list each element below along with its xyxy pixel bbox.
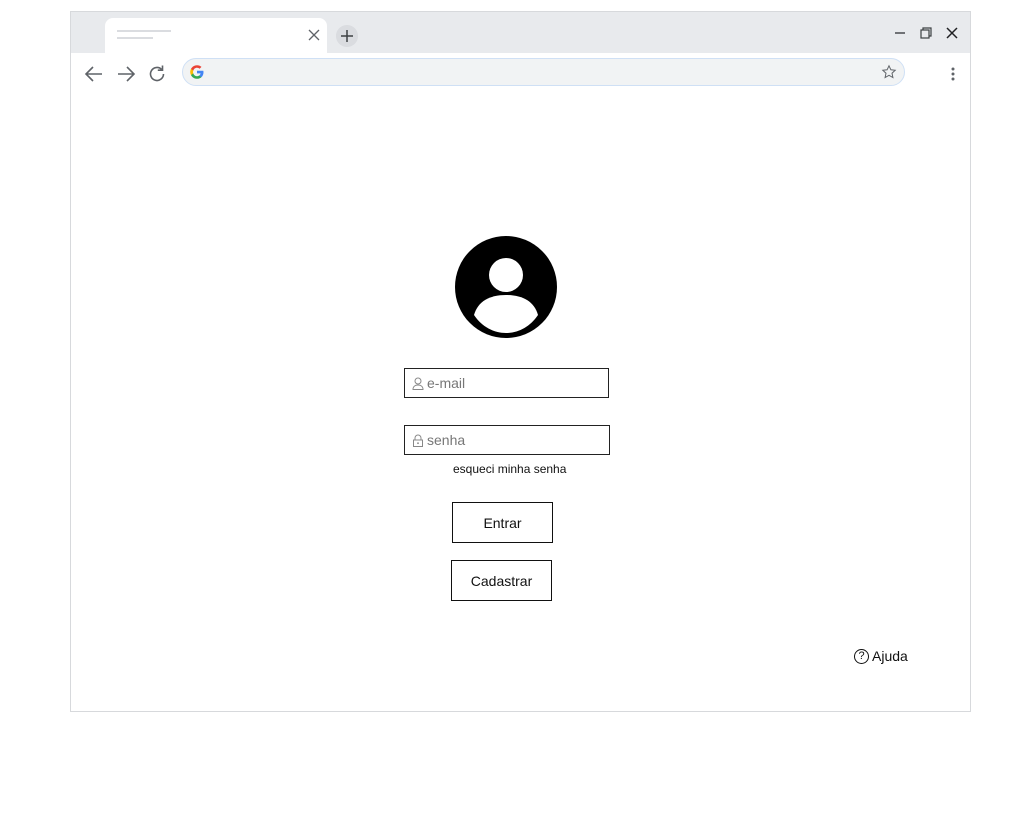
address-bar[interactable] xyxy=(182,58,905,86)
tab-strip xyxy=(71,12,970,53)
help-label: Ajuda xyxy=(872,648,908,664)
login-button[interactable]: Entrar xyxy=(452,502,553,543)
browser-window xyxy=(70,11,971,712)
star-icon[interactable] xyxy=(881,64,897,80)
close-icon[interactable] xyxy=(944,25,960,41)
google-icon xyxy=(190,65,204,79)
forward-arrow-icon[interactable] xyxy=(115,63,137,85)
forgot-password-link[interactable]: esqueci minha senha xyxy=(453,462,566,476)
user-icon xyxy=(412,377,424,390)
tab-title-placeholder xyxy=(117,30,171,32)
email-field[interactable] xyxy=(404,368,609,398)
minimize-icon[interactable] xyxy=(892,25,908,41)
browser-toolbar xyxy=(71,53,970,93)
plus-icon[interactable] xyxy=(336,25,358,47)
password-field[interactable] xyxy=(404,425,610,455)
close-icon[interactable] xyxy=(307,28,321,42)
password-input[interactable] xyxy=(427,426,605,454)
lock-icon xyxy=(413,434,423,447)
user-avatar-icon xyxy=(455,236,557,338)
register-button[interactable]: Cadastrar xyxy=(451,560,552,601)
active-tab[interactable] xyxy=(105,18,327,53)
email-input[interactable] xyxy=(427,369,605,397)
restore-icon[interactable] xyxy=(918,25,934,41)
help-link[interactable]: ? Ajuda xyxy=(854,647,908,665)
reload-icon[interactable] xyxy=(146,63,168,85)
help-icon: ? xyxy=(854,648,869,664)
back-arrow-icon[interactable] xyxy=(83,63,105,85)
tab-subtitle-placeholder xyxy=(117,37,153,39)
more-vert-icon[interactable] xyxy=(943,64,963,84)
